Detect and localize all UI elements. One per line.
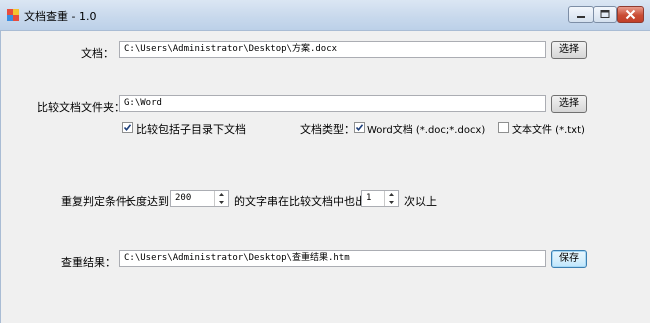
- times-suffix: 次以上: [404, 195, 437, 208]
- app-window: 文档查重 - 1.0 文档： C:\Users\Administrator\De…: [0, 0, 650, 323]
- word-type-checkbox[interactable]: [354, 122, 365, 133]
- minimize-button[interactable]: [568, 6, 594, 23]
- spinner-arrows: [214, 191, 228, 206]
- doc-label: 文档：: [81, 47, 114, 60]
- length-value: 200: [175, 193, 192, 203]
- spinner-arrows: [384, 191, 398, 206]
- app-icon: [6, 8, 20, 22]
- maximize-button[interactable]: [593, 6, 617, 23]
- checkmark-icon: [355, 124, 364, 132]
- times-value: 1: [366, 193, 372, 203]
- times-spinner[interactable]: 1: [361, 190, 399, 207]
- title-bar: 文档查重 - 1.0: [0, 0, 650, 31]
- select-doc-button[interactable]: 选择: [551, 41, 587, 59]
- word-type-label: Word文档 (*.doc;*.docx): [367, 125, 486, 136]
- maximize-icon: [600, 10, 610, 18]
- length-label: 长度达到: [125, 195, 169, 208]
- text-type-checkbox[interactable]: [498, 122, 509, 133]
- length-spinner[interactable]: 200: [170, 190, 229, 207]
- doc-path-input[interactable]: C:\Users\Administrator\Desktop\方案.docx: [119, 41, 546, 58]
- select-folder-button[interactable]: 选择: [551, 95, 587, 113]
- window-title: 文档查重 - 1.0: [24, 10, 97, 23]
- result-path-input[interactable]: C:\Users\Administrator\Desktop\查重结果.htm: [119, 250, 546, 267]
- include-subdir-checkbox[interactable]: [122, 122, 133, 133]
- close-button[interactable]: [617, 6, 644, 23]
- checkmark-icon: [123, 124, 132, 132]
- include-subdir-label: 比较包括子目录下文档: [136, 123, 246, 136]
- minimize-icon: [577, 16, 585, 18]
- compare-folder-label: 比较文档文件夹：: [37, 101, 125, 114]
- form-area: 文档： C:\Users\Administrator\Desktop\方案.do…: [0, 31, 650, 323]
- arrow-down-icon[interactable]: [215, 199, 228, 206]
- arrow-down-icon[interactable]: [385, 199, 398, 206]
- save-button[interactable]: 保存: [551, 250, 587, 268]
- result-label: 查重结果：: [61, 256, 116, 269]
- close-icon: [625, 9, 636, 20]
- middle-text: 的文字串在比较文档中也出现: [234, 195, 377, 208]
- text-type-label: 文本文件 (*.txt): [512, 125, 585, 136]
- compare-folder-input[interactable]: G:\Word: [119, 95, 546, 112]
- arrow-up-icon[interactable]: [385, 191, 398, 198]
- arrow-up-icon[interactable]: [215, 191, 228, 198]
- doc-type-label: 文档类型：: [300, 123, 355, 136]
